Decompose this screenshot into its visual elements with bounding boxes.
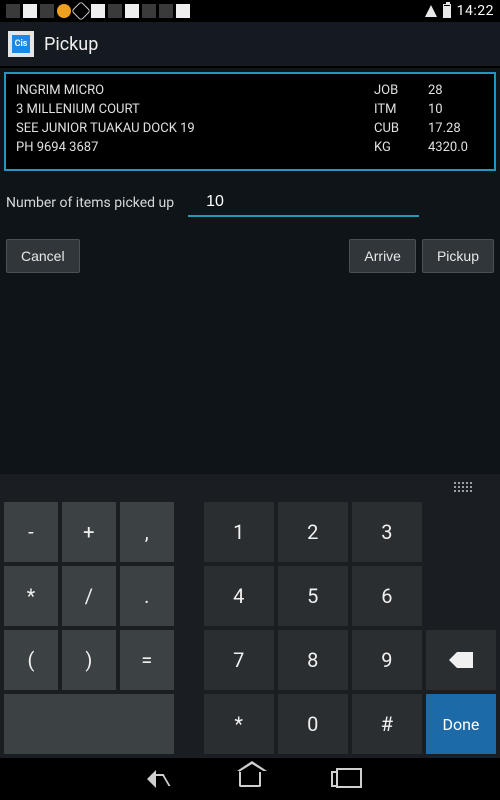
keyboard-column-gap — [178, 694, 200, 754]
action-bar: Cis Pickup — [0, 22, 500, 68]
job-customer-name: INGRIM MICRO — [16, 82, 374, 101]
key-7[interactable]: 7 — [204, 630, 274, 690]
key-3[interactable]: 3 — [352, 502, 422, 562]
items-input-label: Number of items picked up — [6, 195, 188, 217]
action-button-row: Cancel Arrive Pickup — [6, 239, 494, 273]
items-input-row: Number of items picked up — [6, 189, 494, 217]
job-metric-values: 28 10 17.28 4320.0 — [428, 82, 484, 157]
key-9[interactable]: 9 — [352, 630, 422, 690]
status-notification-icon — [125, 4, 139, 18]
job-note-line: SEE JUNIOR TUAKAU DOCK 19 — [16, 120, 374, 139]
status-notification-icon — [23, 4, 37, 18]
key-2[interactable]: 2 — [278, 502, 348, 562]
key-8[interactable]: 8 — [278, 630, 348, 690]
kg-metric-value: 4320.0 — [428, 139, 484, 158]
key-4[interactable]: 4 — [204, 566, 274, 626]
keyboard-column-gap — [178, 630, 200, 690]
job-phone-line: PH 9694 3687 — [16, 139, 374, 158]
status-link-icon — [71, 1, 91, 21]
key-period[interactable]: . — [120, 566, 174, 626]
system-nav-bar — [0, 758, 500, 800]
key-comma[interactable]: , — [120, 502, 174, 562]
job-card[interactable]: INGRIM MICRO 3 MILLENIUM COURT SEE JUNIO… — [4, 72, 496, 171]
backspace-icon — [449, 652, 473, 668]
battery-icon — [443, 4, 451, 18]
page-title: Pickup — [44, 34, 98, 55]
cub-metric-value: 17.28 — [428, 120, 484, 139]
kg-metric-label: KG — [374, 139, 428, 158]
nav-home-icon[interactable] — [239, 771, 261, 787]
key-minus[interactable]: - — [4, 502, 58, 562]
itm-metric-label: ITM — [374, 101, 428, 120]
soft-keyboard: - + , 1 2 3 * / . 4 5 6 ( ) = 7 8 9 — [0, 474, 500, 758]
key-equals[interactable]: = — [120, 630, 174, 690]
app-icon[interactable]: Cis — [8, 31, 34, 57]
status-mail-icon — [176, 4, 190, 18]
items-input[interactable] — [188, 189, 419, 217]
job-metric-value: 28 — [428, 82, 484, 101]
keyboard-hide-icon[interactable] — [454, 482, 482, 496]
key-plus[interactable]: + — [62, 502, 116, 562]
key-0[interactable]: 0 — [278, 694, 348, 754]
cancel-button[interactable]: Cancel — [6, 239, 80, 273]
job-metric-label: JOB — [374, 82, 428, 101]
key-blank — [426, 566, 496, 626]
pickup-button[interactable]: Pickup — [422, 239, 494, 273]
status-notification-icon — [142, 4, 156, 18]
arrive-button[interactable]: Arrive — [349, 239, 416, 273]
key-hash[interactable]: # — [352, 694, 422, 754]
status-indicator-icon — [6, 4, 20, 18]
status-clock: 14:22 — [457, 3, 494, 19]
job-address-line: 3 MILLENIUM COURT — [16, 101, 374, 120]
key-backspace[interactable]: × — [426, 630, 496, 690]
backspace-x-icon: × — [438, 631, 444, 645]
status-bar-left-icons — [6, 4, 190, 18]
wifi-icon — [421, 5, 437, 17]
app-icon-label: Cis — [12, 35, 30, 53]
key-rparen[interactable]: ) — [62, 630, 116, 690]
key-slash[interactable]: / — [62, 566, 116, 626]
key-lparen[interactable]: ( — [4, 630, 58, 690]
status-notification-icon — [159, 4, 173, 18]
status-notification-icon — [108, 4, 122, 18]
keyboard-grid: - + , 1 2 3 * / . 4 5 6 ( ) = 7 8 9 — [0, 502, 500, 758]
key-1[interactable]: 1 — [204, 502, 274, 562]
key-asterisk[interactable]: * — [4, 566, 58, 626]
keyboard-column-gap — [178, 502, 200, 562]
nav-back-icon[interactable] — [147, 770, 169, 788]
status-notification-icon — [91, 4, 105, 18]
key-done[interactable]: Done — [426, 694, 496, 754]
key-6[interactable]: 6 — [352, 566, 422, 626]
status-bar: 14:22 — [0, 0, 500, 22]
status-notification-icon — [40, 4, 54, 18]
cub-metric-label: CUB — [374, 120, 428, 139]
itm-metric-value: 10 — [428, 101, 484, 120]
status-sync-icon — [57, 4, 71, 18]
key-star[interactable]: * — [204, 694, 274, 754]
key-5[interactable]: 5 — [278, 566, 348, 626]
job-address-block: INGRIM MICRO 3 MILLENIUM COURT SEE JUNIO… — [16, 82, 374, 157]
key-blank — [426, 502, 496, 562]
job-metric-labels: JOB ITM CUB KG — [374, 82, 428, 157]
key-space[interactable] — [4, 694, 174, 754]
nav-recents-icon[interactable] — [331, 771, 353, 787]
keyboard-column-gap — [178, 566, 200, 626]
